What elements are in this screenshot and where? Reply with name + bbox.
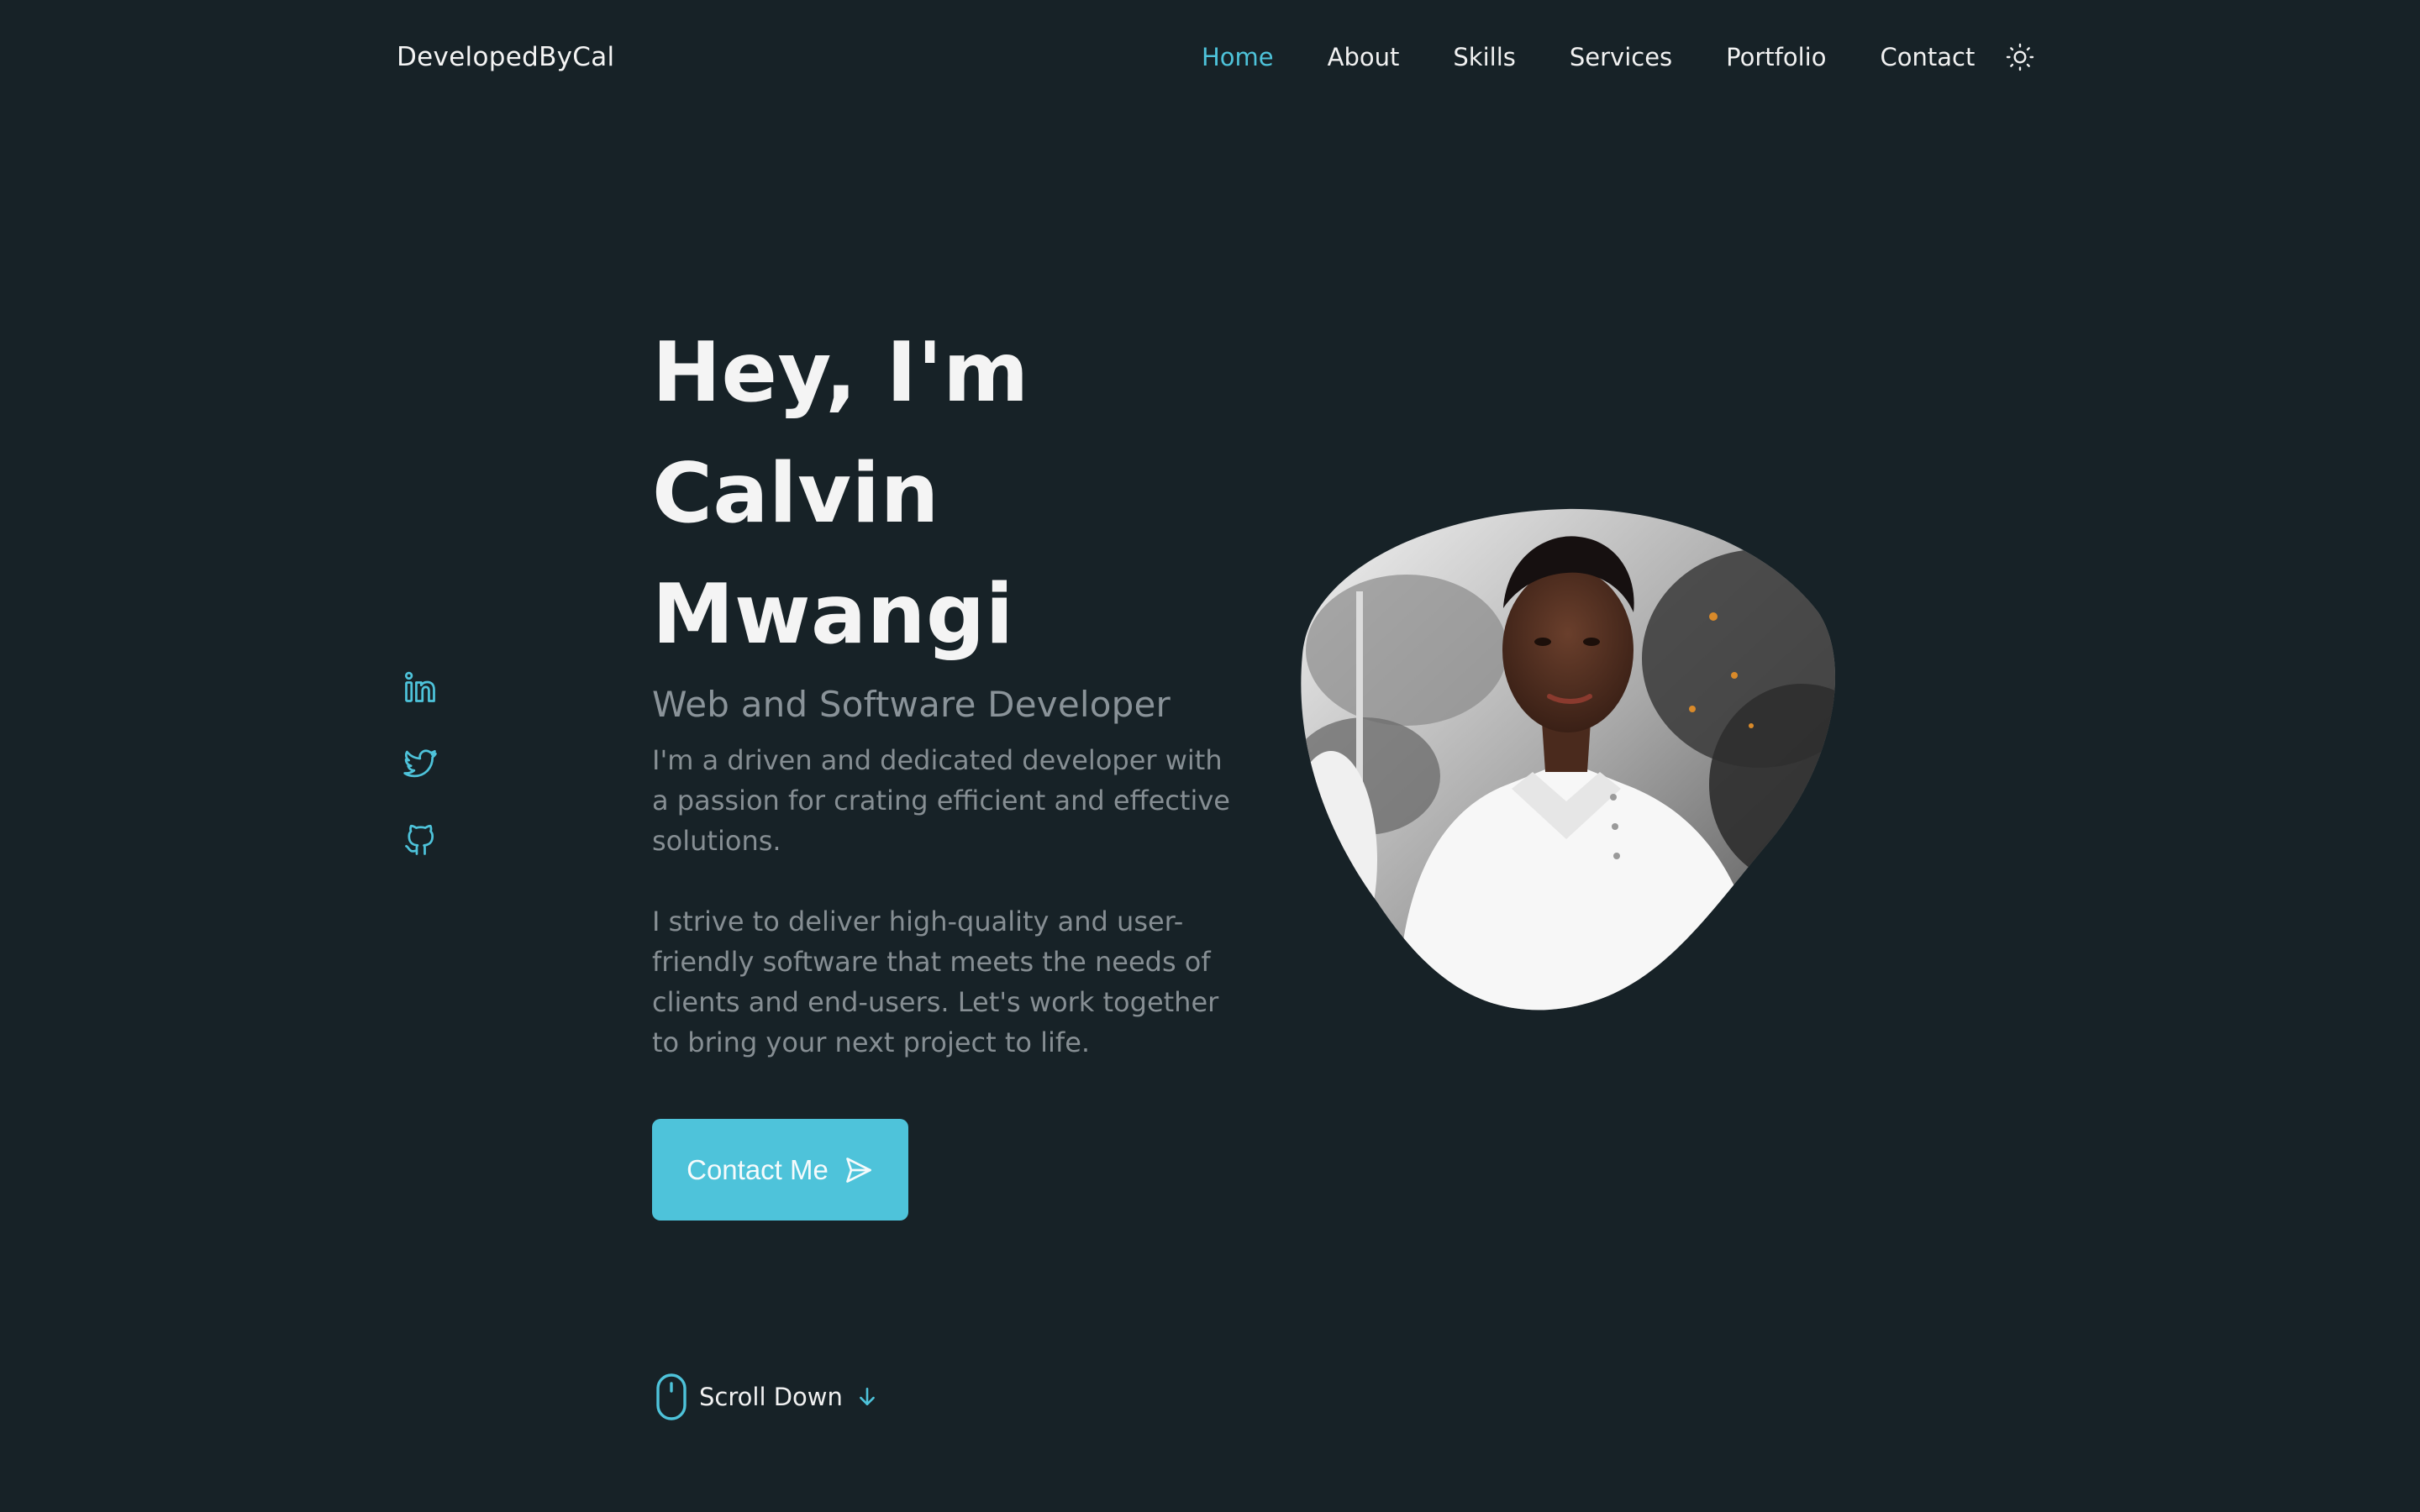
github-icon[interactable] [402, 822, 439, 858]
twitter-icon[interactable] [402, 745, 439, 782]
main-nav: Home About Skills Services Portfolio Con… [1202, 42, 2035, 72]
contact-me-button[interactable]: Contact Me [652, 1119, 908, 1221]
nav-portfolio[interactable]: Portfolio [1726, 43, 1826, 71]
hero-section: Hey, I'm Calvin Mwangi Web and Software … [652, 312, 1257, 1063]
nav-skills[interactable]: Skills [1453, 43, 1515, 71]
arrow-down-icon [856, 1386, 878, 1408]
hero-subtitle: Web and Software Developer [652, 684, 1171, 725]
hero-title-line: Calvin [652, 446, 939, 542]
hero-paragraph: I strive to deliver high-quality and use… [652, 906, 1219, 1058]
nav-home[interactable]: Home [1202, 43, 1274, 71]
nav-services[interactable]: Services [1570, 43, 1672, 71]
mouse-icon [652, 1373, 691, 1421]
scroll-down-label: Scroll Down [699, 1383, 843, 1411]
sun-icon[interactable] [2005, 42, 2035, 72]
hero-description: I'm a driven and dedicated developer wit… [652, 740, 1240, 1063]
send-icon [844, 1155, 874, 1185]
hero-paragraph: I'm a driven and dedicated developer wit… [652, 744, 1230, 857]
hero-title-line: Mwangi [652, 567, 1014, 663]
nav-contact[interactable]: Contact [1880, 43, 1975, 71]
scroll-down-link[interactable]: Scroll Down [652, 1373, 878, 1421]
profile-photo [1297, 507, 1839, 1011]
nav-about[interactable]: About [1328, 43, 1400, 71]
linkedin-icon[interactable] [402, 669, 439, 706]
hero-title: Hey, I'm Calvin Mwangi [652, 312, 1257, 675]
social-links [402, 669, 439, 898]
site-logo[interactable]: DevelopedByCal [397, 42, 614, 72]
page: DevelopedByCal Home About Skills Service… [0, 0, 2420, 1512]
contact-me-label: Contact Me [687, 1153, 829, 1185]
hero-title-line: Hey, I'm [652, 325, 1029, 421]
